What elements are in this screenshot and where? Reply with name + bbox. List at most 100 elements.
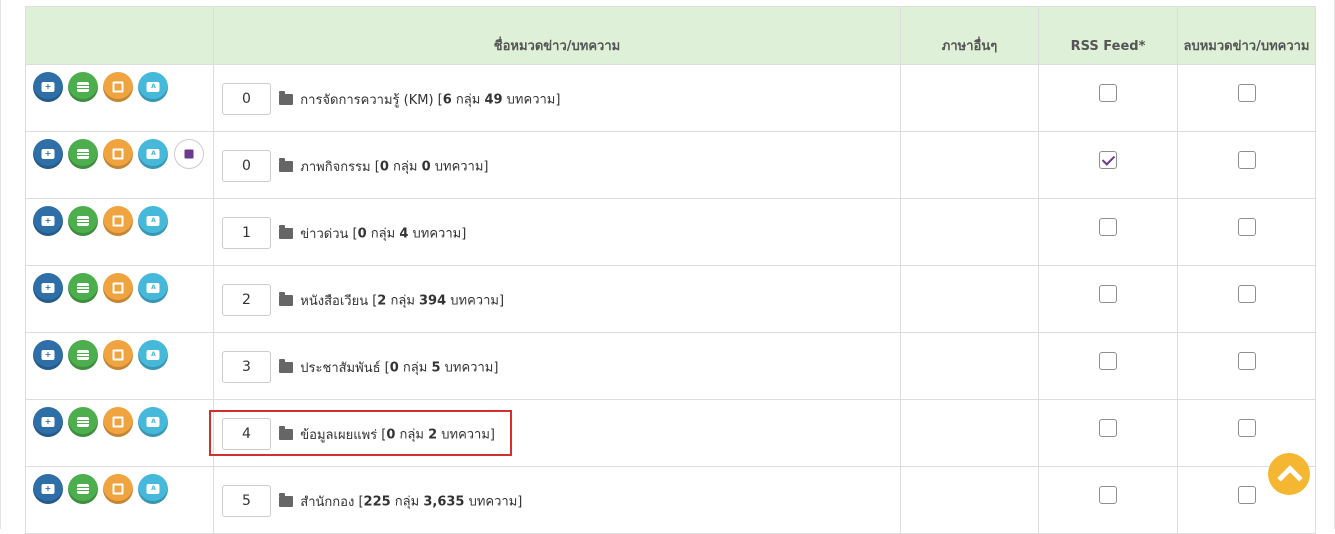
folder-icon [279,492,294,507]
rss-feed-checkbox[interactable] [1099,419,1117,437]
order-input[interactable]: 0 [222,150,271,182]
category-name: ประชาสัมพันธ์ [300,360,381,376]
language-button[interactable]: A [138,206,169,236]
edit-button[interactable] [103,72,134,102]
list-articles-button[interactable] [68,273,99,303]
rss-feed-checkbox[interactable] [1099,218,1117,236]
rss-feed-checkbox[interactable] [1099,151,1117,169]
edit-icon [112,416,124,428]
add-subcategory-button[interactable]: + [33,206,63,236]
edit-button[interactable] [103,474,134,504]
folder-icon [279,157,294,172]
article-label: บทความ] [502,92,561,108]
language-button[interactable]: A [138,273,169,303]
list-articles-icon [77,283,90,293]
delete-checkbox[interactable] [1237,352,1256,370]
order-input[interactable]: 0 [222,83,271,115]
delete-checkbox[interactable] [1237,151,1256,169]
row-category-cell: 2 หนังสือเวียน [2 กลุ่ม 394 บทความ] [213,265,901,333]
group-label: กลุ่ม [366,226,400,242]
list-articles-icon [77,82,90,92]
add-subcategory-button[interactable]: + [33,407,63,437]
article-count: 394 [419,293,447,309]
language-icon: A [146,283,160,293]
edit-icon [112,148,124,160]
rss-feed-checkbox[interactable] [1099,84,1117,102]
edit-icon [112,81,124,93]
language-button[interactable]: A [138,474,169,504]
order-input[interactable]: 3 [222,351,271,383]
order-input[interactable]: 5 [222,485,271,517]
language-button[interactable]: A [138,340,169,370]
header-rss-feed: RSS Feed* [1038,6,1178,65]
rss-cell [1038,332,1178,400]
group-count: 2 [377,293,387,309]
add-subcategory-button[interactable]: + [33,340,63,370]
rss-cell [1038,265,1178,333]
article-count: 49 [484,92,503,108]
delete-checkbox[interactable] [1237,285,1256,303]
article-label: บทความ] [437,427,495,443]
rss-feed-checkbox[interactable] [1099,352,1117,370]
group-count: 6 [442,92,452,108]
list-articles-button[interactable] [68,340,99,370]
rss-cell [1038,466,1178,534]
delete-checkbox[interactable] [1237,218,1256,236]
add-subcategory-button[interactable]: + [33,474,63,504]
group-label: กลุ่ม [398,360,432,376]
edit-button[interactable] [103,340,134,370]
list-articles-button[interactable] [68,206,99,236]
edit-button[interactable] [103,407,134,437]
add-subcategory-icon: + [41,350,55,360]
edit-button[interactable] [103,139,134,169]
rss-feed-checkbox[interactable] [1099,285,1117,303]
row-category-cell: 0 ภาพกิจกรรม [0 กลุ่ม 0 บทความ] [213,131,901,199]
add-subcategory-button[interactable]: + [33,139,63,169]
add-subcategory-button[interactable]: + [33,273,63,303]
list-articles-icon [77,417,90,427]
category-name: ภาพกิจกรรม [300,159,371,175]
row-category-cell: 3 ประชาสัมพันธ์ [0 กลุ่ม 5 บทความ] [213,332,901,400]
row-category-cell: 0 การจัดการความรู้ (KM) [6 กลุ่ม 49 บทคว… [213,64,901,132]
rss-cell [1038,399,1178,467]
list-articles-button[interactable] [68,139,99,169]
edit-button[interactable] [103,273,134,303]
other-language-cell [900,265,1039,333]
delete-checkbox[interactable] [1237,419,1256,437]
category-name: การจัดการความรู้ (KM) [300,92,434,108]
list-articles-button[interactable] [68,407,99,437]
category-table: ชื่อหมวดข่าว/บทความ ภาษาอื่นๆ RSS Feed* … [25,6,1316,534]
article-label: บทความ] [408,226,467,242]
order-input[interactable]: 4 [222,418,271,450]
row-actions: + A [25,131,214,199]
table-row: + A 1 ข่าวด่วน [0 กลุ่ม 4 บทความ] [25,198,1316,266]
list-articles-button[interactable] [68,474,99,504]
order-input[interactable]: 1 [222,217,271,249]
scroll-to-top-button[interactable] [1268,453,1310,495]
article-label: บทความ] [446,293,505,309]
language-button[interactable]: A [138,139,169,169]
edit-icon [112,483,124,495]
delete-checkbox[interactable] [1237,486,1256,504]
rss-feed-checkbox[interactable] [1099,486,1117,504]
category-name: หนังสือเวียน [300,293,369,309]
language-icon: A [146,484,160,494]
article-label: บทความ] [464,494,523,510]
language-button[interactable]: A [138,72,169,102]
list-articles-button[interactable] [68,72,99,102]
article-label: บทความ] [430,159,489,175]
header-category-name: ชื่อหมวดข่าว/บทความ [213,6,901,65]
list-articles-icon [77,484,90,494]
edit-button[interactable] [103,206,134,236]
rss-cell [1038,131,1178,199]
delete-checkbox[interactable] [1237,84,1256,102]
delete-cell [1177,131,1316,199]
category-stats: [0 กลุ่ม 0 บทความ] [375,160,489,175]
add-subcategory-icon: + [41,283,55,293]
language-button[interactable]: A [138,407,169,437]
rss-button[interactable] [173,139,204,169]
order-input[interactable]: 2 [222,284,271,316]
table-row: + A 4 ข้อมูลเผยแพร่ [0 กลุ่ม 2 บทความ] [25,399,1316,467]
language-icon: A [146,149,160,159]
add-subcategory-button[interactable]: + [33,72,63,102]
